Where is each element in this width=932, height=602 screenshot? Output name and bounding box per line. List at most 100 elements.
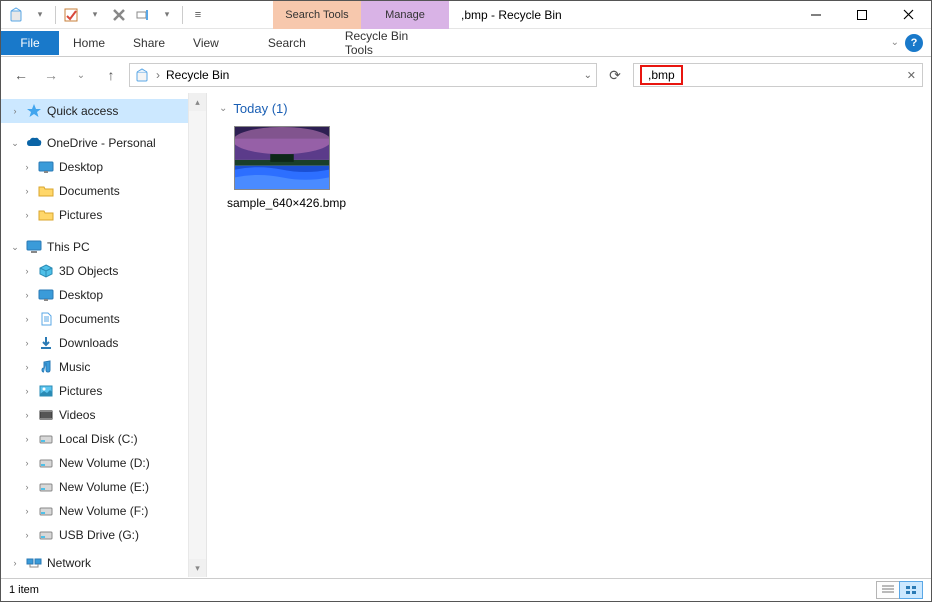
search-box[interactable]: ,bmp ✕ [633,63,923,87]
window-controls [793,1,931,29]
group-header[interactable]: ⌄ Today (1) [219,101,919,116]
help-icon[interactable]: ? [905,34,923,52]
star-icon [25,103,43,119]
delete-icon[interactable] [108,4,130,26]
sidebar-item-desktop[interactable]: ›Desktop [1,283,188,307]
picture-icon [37,383,55,399]
navigation-pane: › Quick access ⌄ OneDrive - Personal › D… [1,93,189,577]
tab-home[interactable]: Home [59,29,119,57]
sidebar-item-3d-objects[interactable]: ›3D Objects [1,259,188,283]
sidebar-item-videos[interactable]: ›Videos [1,403,188,427]
sidebar-item-downloads[interactable]: › Downloads [1,331,188,355]
expand-icon[interactable]: › [21,210,33,220]
sidebar-label: Quick access [47,104,118,118]
sidebar-item-pictures[interactable]: › Pictures [1,203,188,227]
maximize-button[interactable] [839,1,885,29]
sidebar-label: This PC [47,240,90,254]
breadcrumb-location[interactable]: Recycle Bin [166,68,229,82]
tab-file[interactable]: File [1,31,59,55]
qat-customize-icon[interactable]: ≡ [187,4,209,26]
file-name: sample_640×426.bmp [227,196,337,212]
tab-share[interactable]: Share [119,29,179,57]
sidebar-item-documents[interactable]: ›Documents [1,307,188,331]
expand-icon[interactable]: › [21,386,33,396]
sidebar-label: Network [47,556,91,570]
tab-recycle-tools[interactable]: Recycle Bin Tools [331,29,441,57]
expand-icon[interactable]: › [9,106,21,116]
expand-icon[interactable]: › [9,558,21,568]
up-button[interactable]: ↑ [99,63,123,87]
context-tab-search[interactable]: Search Tools [273,1,361,29]
file-item[interactable]: sample_640×426.bmp [227,126,337,212]
sidebar-item-new-volume-e[interactable]: ›New Volume (E:) [1,475,188,499]
expand-icon[interactable]: › [21,266,33,276]
sidebar-item-new-volume-f[interactable]: › New Volume (F:) [1,499,188,523]
expand-icon[interactable]: › [21,290,33,300]
body: › Quick access ⌄ OneDrive - Personal › D… [1,93,931,577]
collapse-icon[interactable]: ⌄ [9,138,21,149]
sidebar-item-onedrive[interactable]: ⌄ OneDrive - Personal [1,131,188,155]
navigation-row: ← → ⌄ ↑ › Recycle Bin ⌄ ⟳ ,bmp ✕ [1,57,931,93]
scroll-down-icon[interactable]: ▾ [189,559,206,577]
expand-icon[interactable]: › [21,314,33,324]
expand-icon[interactable]: › [21,162,33,172]
sidebar-item-music[interactable]: › Music [1,355,188,379]
breadcrumb-chevron[interactable]: › [156,68,160,82]
expand-icon[interactable]: › [21,410,33,420]
recycle-bin-icon[interactable] [5,4,27,26]
expand-icon[interactable]: › [21,482,33,492]
back-button[interactable]: ← [9,63,33,87]
collapse-icon[interactable]: ⌄ [9,242,21,253]
sidebar-item-network[interactable]: › Network [1,551,188,575]
separator [55,6,56,24]
properties-icon[interactable] [60,4,82,26]
sidebar-item-usb-drive-g[interactable]: ›USB Drive (G:) [1,523,188,547]
expand-icon[interactable]: › [21,458,33,468]
scrollbar-area: ▴ ▾ [189,93,207,577]
view-icons-button[interactable] [899,581,923,599]
sidebar-item-new-volume-d[interactable]: ›New Volume (D:) [1,451,188,475]
sidebar-label: Music [59,360,90,374]
minimize-button[interactable] [793,1,839,29]
recent-locations-icon[interactable]: ⌄ [69,63,93,87]
sidebar-item-local-disk-c[interactable]: ›Local Disk (C:) [1,427,188,451]
sidebar-label: New Volume (F:) [59,504,148,518]
recycle-bin-icon [134,67,150,83]
context-tab-manage[interactable]: Manage [361,1,449,29]
clear-search-icon[interactable]: ✕ [907,69,916,82]
expand-icon[interactable]: › [21,338,33,348]
close-button[interactable] [885,1,931,29]
rename-icon[interactable] [132,4,154,26]
folder-icon [37,183,55,199]
expand-icon[interactable]: › [21,530,33,540]
refresh-button[interactable]: ⟳ [603,63,627,87]
window-title: ,bmp - Recycle Bin [461,8,793,22]
collapse-group-icon[interactable]: ⌄ [219,103,227,114]
expand-icon[interactable]: › [21,362,33,372]
address-dropdown-icon[interactable]: ⌄ [584,70,592,81]
chevron-down-icon[interactable]: ▾ [84,4,106,26]
sidebar-item-pictures[interactable]: ›Pictures [1,379,188,403]
scroll-up-icon[interactable]: ▴ [189,93,206,111]
download-icon [37,335,55,351]
tab-view[interactable]: View [179,29,233,57]
usb-icon [37,527,55,543]
chevron-down-icon[interactable]: ▾ [29,4,51,26]
sidebar-item-desktop[interactable]: › Desktop [1,155,188,179]
sidebar-label: Downloads [59,336,118,350]
address-bar[interactable]: › Recycle Bin ⌄ [129,63,597,87]
sidebar-item-this-pc[interactable]: ⌄ This PC [1,235,188,259]
view-details-button[interactable] [876,581,900,599]
expand-icon[interactable]: › [21,186,33,196]
chevron-down-icon[interactable]: ▾ [156,4,178,26]
expand-icon[interactable]: › [21,506,33,516]
group-label: Today (1) [233,101,287,116]
content-pane: ⌄ Today (1) sample_640×42 [207,93,931,577]
sidebar-item-documents[interactable]: › Documents [1,179,188,203]
sidebar-label: OneDrive - Personal [47,136,156,150]
ribbon-collapse-icon[interactable]: ⌄ [891,37,899,48]
sidebar-item-quick-access[interactable]: › Quick access [1,99,188,123]
forward-button[interactable]: → [39,63,63,87]
tab-search[interactable]: Search [243,29,331,57]
expand-icon[interactable]: › [21,434,33,444]
